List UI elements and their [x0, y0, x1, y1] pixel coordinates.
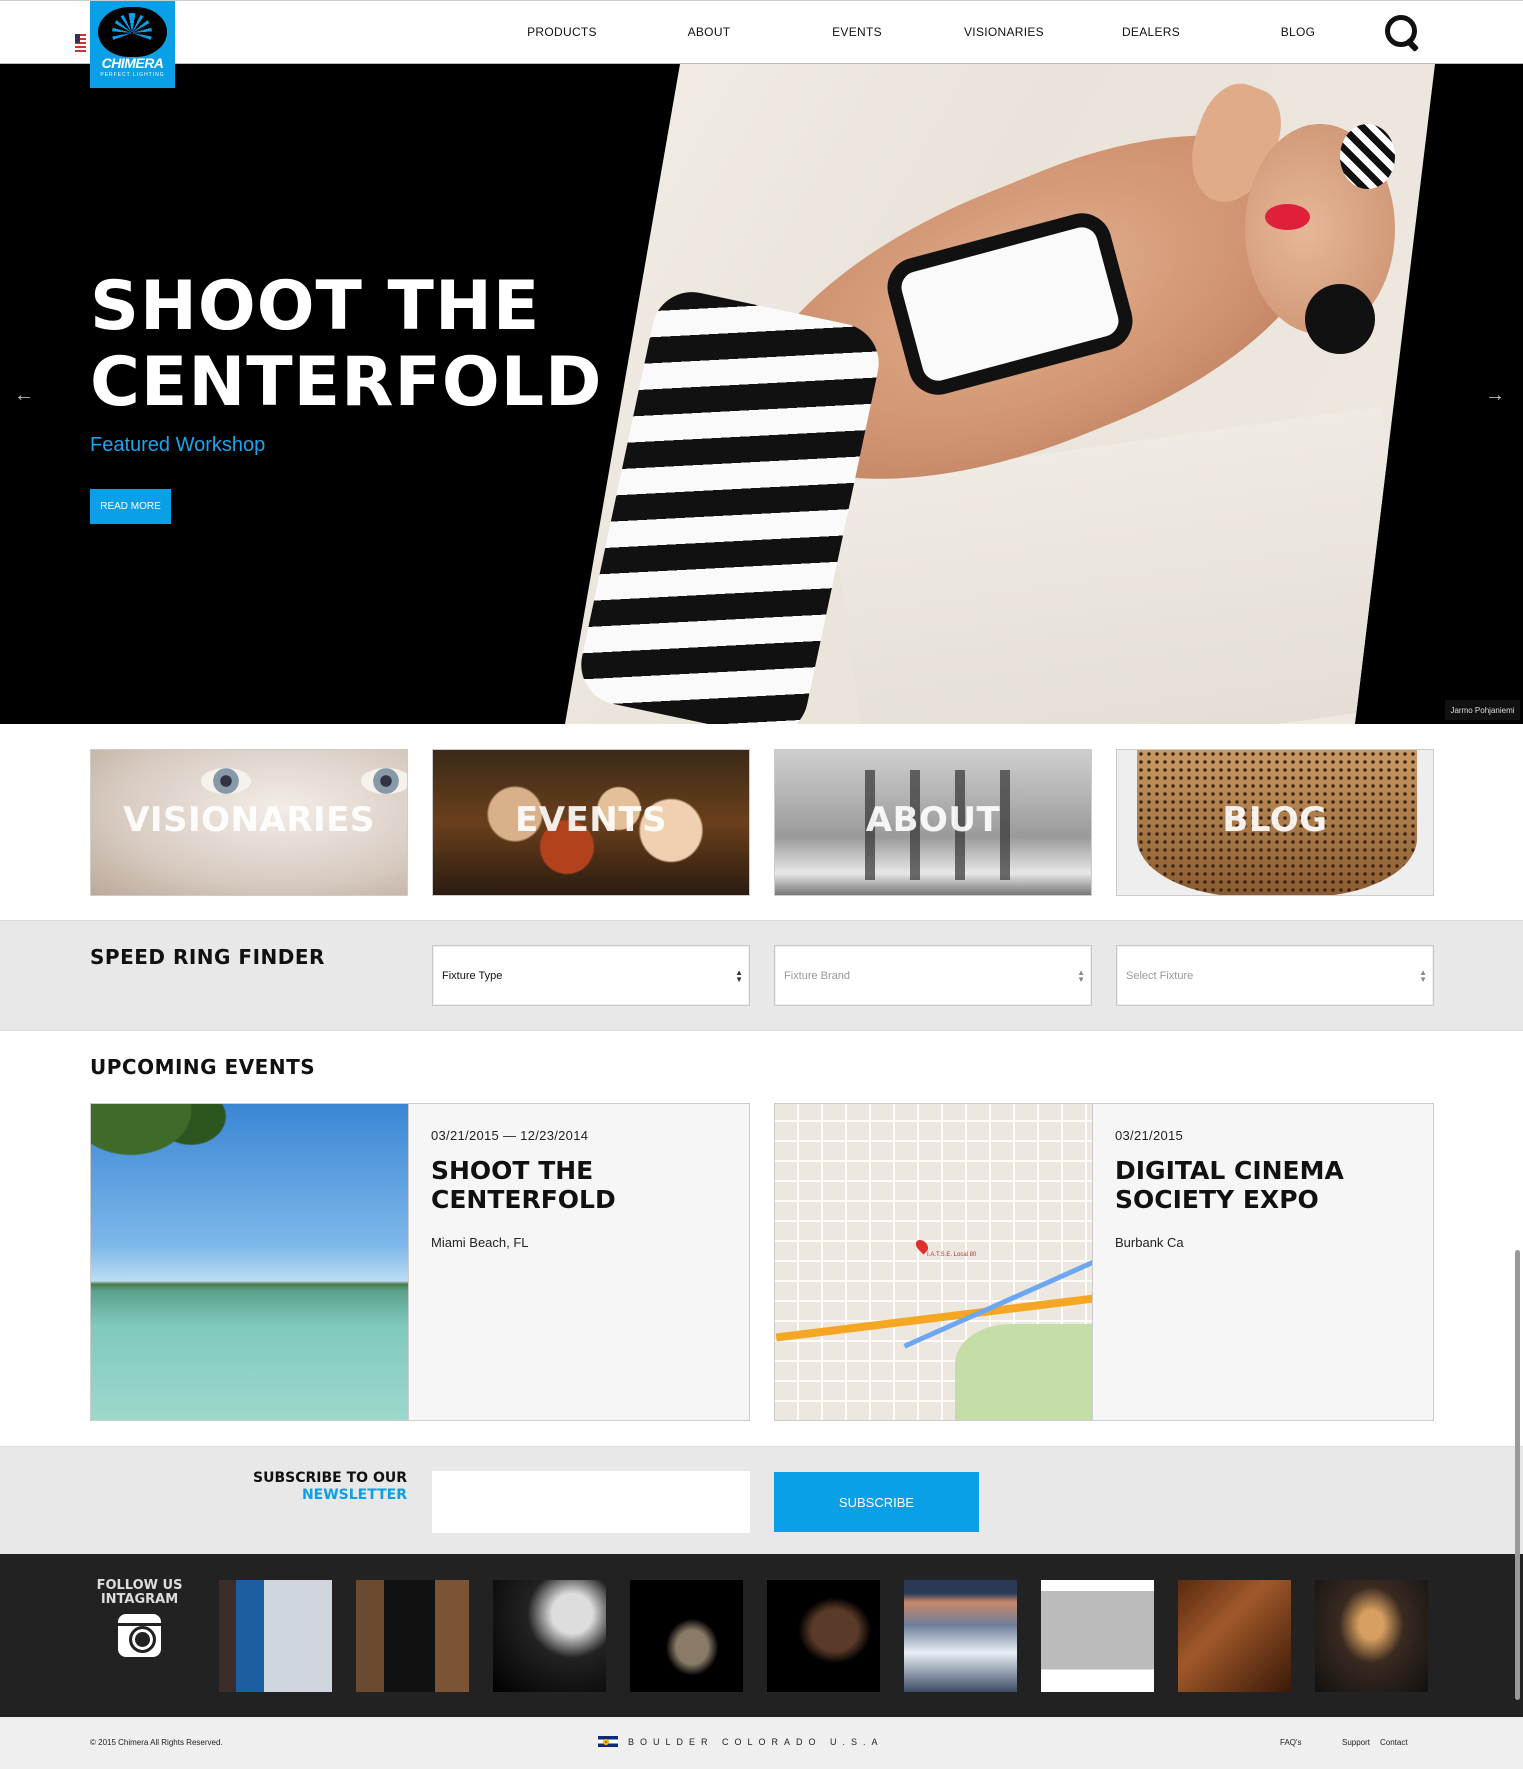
search-icon[interactable] — [1385, 15, 1421, 51]
nav-events[interactable]: EVENTS — [797, 25, 917, 39]
subscribe-button[interactable]: SUBSCRIBE — [774, 1472, 979, 1532]
logo-name: CHIMERA — [101, 55, 164, 71]
event-map[interactable]: I.A.T.S.E. Local 80 — [775, 1104, 1093, 1420]
event-date: 03/21/2015 — [1115, 1128, 1184, 1143]
hero-title-line2: CENTERFOLD — [90, 343, 603, 422]
event-name[interactable]: SHOOT THE CENTERFOLD — [431, 1156, 731, 1214]
instagram-thumb[interactable] — [630, 1580, 743, 1692]
instagram-thumb[interactable] — [904, 1580, 1017, 1692]
instagram-thumb[interactable] — [1041, 1580, 1154, 1692]
nav-about[interactable]: ABOUT — [649, 25, 769, 39]
hero-photo — [565, 64, 1435, 724]
hero-title: SHOOT THE CENTERFOLD — [90, 269, 603, 421]
hero-subtitle: Featured Workshop — [90, 434, 266, 456]
select-value: Fixture Type — [442, 969, 503, 982]
newsletter-band: SUBSCRIBE TO OUR NEWSLETTER SUBSCRIBE — [0, 1446, 1523, 1554]
chimera-logo[interactable]: CHIMERA PERFECT LIGHTING — [90, 1, 175, 88]
map-label: I.A.T.S.E. Local 80 — [927, 1252, 977, 1258]
nav-products[interactable]: PRODUCTS — [502, 25, 622, 39]
finder-title: SPEED RING FINDER — [90, 945, 325, 969]
category-tiles: VISIONARIES EVENTS ABOUT BLOG — [0, 749, 1523, 896]
events-title: UPCOMING EVENTS — [90, 1055, 316, 1079]
photo-credit: Jarmo Pohjaniemi — [1445, 700, 1520, 720]
newsletter-heading: SUBSCRIBE TO OUR — [253, 1470, 407, 1486]
select-fixture-select[interactable]: Select Fixture ▲ ▼ — [1116, 945, 1434, 1006]
tile-visionaries[interactable]: VISIONARIES — [90, 749, 408, 896]
tile-about[interactable]: ABOUT — [774, 749, 1092, 896]
event-card[interactable]: I.A.T.S.E. Local 80 03/21/2015 DIGITAL C… — [774, 1103, 1434, 1421]
fixture-type-select[interactable]: Fixture Type ▲ ▼ — [432, 945, 750, 1006]
event-card[interactable]: 03/21/2015 — 12/23/2014 SHOOT THE CENTER… — [90, 1103, 750, 1421]
read-more-button[interactable]: READ MORE — [90, 489, 171, 524]
instagram-strip: FOLLOW US INTAGRAM — [0, 1554, 1523, 1717]
scrollbar[interactable] — [1515, 1250, 1520, 1700]
newsletter-heading-accent: NEWSLETTER — [301, 1487, 407, 1503]
follow-line1: FOLLOW US — [96, 1578, 183, 1593]
footer-link-contact[interactable]: Contact — [1380, 1738, 1408, 1747]
tile-label: BLOG — [1222, 800, 1328, 840]
instagram-thumb[interactable] — [219, 1580, 332, 1692]
newsletter-email-input[interactable] — [432, 1471, 750, 1533]
follow-heading: FOLLOW US INTAGRAM — [82, 1579, 197, 1607]
us-flag-icon[interactable] — [75, 34, 86, 54]
select-value: Fixture Brand — [784, 969, 851, 982]
tile-blog[interactable]: BLOG — [1116, 749, 1434, 896]
instagram-thumb[interactable] — [767, 1580, 880, 1692]
event-image — [91, 1104, 409, 1420]
instagram-thumb[interactable] — [1315, 1580, 1428, 1692]
event-date: 03/21/2015 — 12/23/2014 — [431, 1128, 589, 1143]
event-location: Burbank Ca — [1115, 1235, 1184, 1250]
hero-title-line1: SHOOT THE — [90, 267, 541, 346]
footer-location: BOULDER COLORADO U.S.A — [628, 1737, 884, 1747]
tile-events[interactable]: EVENTS — [432, 749, 750, 896]
arrow-right-icon[interactable]: → — [1485, 384, 1505, 407]
nav-blog[interactable]: BLOG — [1238, 25, 1358, 39]
copyright: © 2015 Chimera All Rights Reserved. — [90, 1738, 223, 1747]
site-header: CHIMERA PERFECT LIGHTING PRODUCTS ABOUT … — [0, 0, 1523, 88]
tile-label: VISIONARIES — [123, 800, 375, 840]
select-value: Select Fixture — [1126, 969, 1194, 982]
nav-visionaries[interactable]: VISIONARIES — [944, 25, 1064, 39]
select-arrows-icon: ▲ ▼ — [1077, 968, 1085, 984]
hero-slider: SHOOT THE CENTERFOLD Featured Workshop R… — [0, 64, 1523, 724]
event-name[interactable]: DIGITAL CINEMA SOCIETY EXPO — [1115, 1156, 1415, 1214]
tile-label: EVENTS — [515, 800, 667, 840]
logo-burst-icon — [98, 7, 167, 57]
logo-tagline: PERFECT LIGHTING — [100, 72, 165, 78]
footer-link-faq[interactable]: FAQ's — [1280, 1738, 1302, 1747]
tile-label: ABOUT — [865, 800, 1001, 840]
colorado-flag-icon — [598, 1736, 618, 1747]
follow-line2: INTAGRAM — [100, 1592, 179, 1607]
select-arrows-icon: ▲ ▼ — [735, 968, 743, 984]
site-footer: © 2015 Chimera All Rights Reserved. BOUL… — [0, 1717, 1523, 1769]
nav-dealers[interactable]: DEALERS — [1091, 25, 1211, 39]
select-arrows-icon: ▲ ▼ — [1419, 968, 1427, 984]
instagram-icon[interactable] — [118, 1614, 161, 1657]
event-location: Miami Beach, FL — [431, 1235, 529, 1250]
footer-link-support[interactable]: Support — [1342, 1738, 1370, 1747]
instagram-thumb[interactable] — [356, 1580, 469, 1692]
instagram-thumb[interactable] — [493, 1580, 606, 1692]
instagram-thumb[interactable] — [1178, 1580, 1291, 1692]
speed-ring-finder: SPEED RING FINDER Fixture Type ▲ ▼ Fixtur… — [0, 920, 1523, 1031]
fixture-brand-select[interactable]: Fixture Brand ▲ ▼ — [774, 945, 1092, 1006]
arrow-left-icon[interactable]: ← — [14, 384, 34, 407]
